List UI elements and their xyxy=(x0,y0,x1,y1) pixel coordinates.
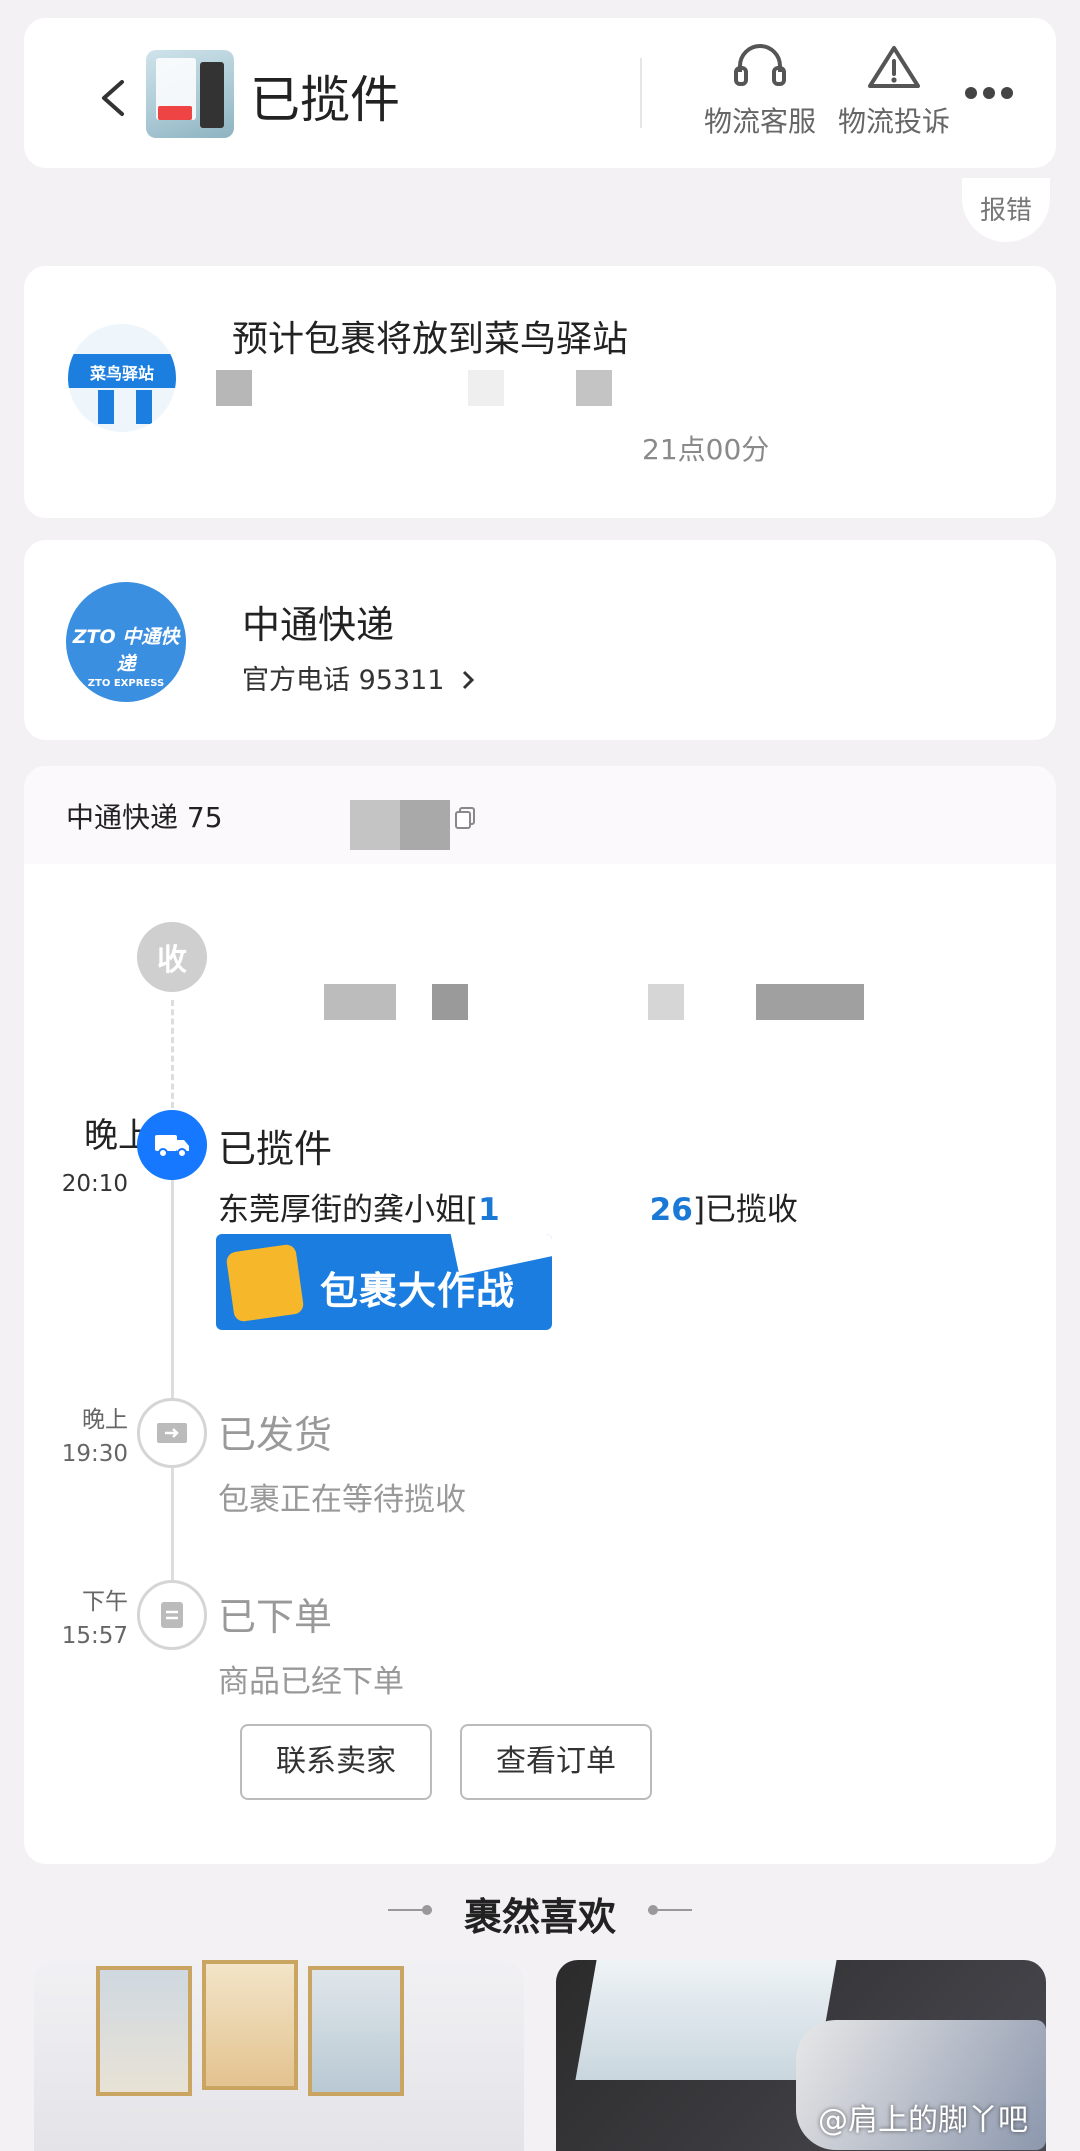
copy-icon[interactable] xyxy=(454,806,476,830)
redacted-block xyxy=(216,370,252,406)
redacted-block xyxy=(576,370,612,406)
station-arrival-time: 21点00分 xyxy=(642,433,770,466)
redacted-block xyxy=(400,800,450,850)
event-desc-prefix: 东莞厚街的龚小姐[ xyxy=(218,1192,479,1228)
event-time: 15:57 xyxy=(61,1623,128,1649)
timeline-line xyxy=(171,1178,174,1598)
courier-card: ZTO 中通快递 ZTO EXPRESS 中通快递 官方电话 95311 xyxy=(24,540,1056,740)
header-bar: 已揽件 物流客服 物流投诉 xyxy=(24,18,1056,168)
cainiao-logo-text: 菜鸟驿站 xyxy=(90,364,155,383)
event-time-period: 晚上 xyxy=(82,1407,128,1433)
courier-phone-start[interactable]: 1 xyxy=(478,1192,500,1228)
recommend-product-card[interactable]: @肩上的脚丫吧 xyxy=(556,1960,1046,2151)
event-title: 已发货 xyxy=(218,1413,333,1457)
receive-node: 收 xyxy=(137,922,207,992)
truck-icon xyxy=(137,1110,207,1180)
shipped-icon xyxy=(137,1398,207,1468)
zto-logo-text: ZTO 中通快递 xyxy=(72,626,180,675)
divider-line xyxy=(648,1909,692,1911)
product-image xyxy=(202,1960,298,2090)
courier-phone-end[interactable]: 26 xyxy=(650,1192,693,1228)
event-time: 20:10 xyxy=(61,1171,128,1197)
event-time: 19:30 xyxy=(61,1441,128,1467)
event-description: 包裹正在等待揽收 xyxy=(218,1482,466,1518)
recommend-product-card[interactable] xyxy=(34,1960,524,2151)
timeline-line xyxy=(171,1000,174,1108)
event-time-period: 下午 xyxy=(82,1589,128,1615)
product-thumbnail[interactable] xyxy=(146,50,234,138)
redacted-block xyxy=(324,984,396,1020)
courier-phone-label: 官方电话 95311 xyxy=(242,665,445,696)
logistics-service-button[interactable]: 物流客服 xyxy=(700,44,820,140)
product-image xyxy=(308,1966,404,2096)
order-icon xyxy=(137,1580,207,1650)
receive-node-text: 收 xyxy=(157,943,187,978)
event-description: 东莞厚街的龚小姐[1 26]已揽收 xyxy=(218,1184,798,1229)
pickup-station-card[interactable]: 菜鸟驿站 预计包裹将放到菜鸟驿站 21点00分 xyxy=(24,266,1056,518)
report-error-button[interactable]: 报错 xyxy=(962,178,1050,242)
event-title: 已揽件 xyxy=(218,1127,333,1171)
redacted-block xyxy=(468,370,504,406)
recommend-title: 裹然喜欢 xyxy=(463,1895,616,1939)
view-order-button[interactable]: 查看订单 xyxy=(460,1724,652,1800)
back-arrow-icon[interactable] xyxy=(94,78,134,118)
warning-icon xyxy=(868,46,920,88)
zto-logo-subtext: ZTO EXPRESS xyxy=(87,678,165,689)
page-title: 已揽件 xyxy=(250,71,400,129)
tracking-number-row: 中通快递 75 xyxy=(24,766,1056,864)
event-title: 已下单 xyxy=(218,1595,333,1639)
redacted-block xyxy=(648,984,684,1020)
event-time-period: 晚上 xyxy=(84,1116,152,1156)
event-desc-suffix: ]已揽收 xyxy=(692,1192,798,1228)
contact-seller-button[interactable]: 联系卖家 xyxy=(240,1724,432,1800)
logistics-complaint-button[interactable]: 物流投诉 xyxy=(834,44,954,140)
banner-text: 包裹大作战 xyxy=(320,1269,516,1313)
logistics-complaint-label: 物流投诉 xyxy=(837,105,950,138)
package-battle-banner[interactable]: 包裹大作战 xyxy=(216,1234,552,1330)
report-error-label: 报错 xyxy=(979,196,1032,226)
event-description: 商品已经下单 xyxy=(218,1664,404,1700)
chevron-right-icon xyxy=(463,670,475,690)
courier-phone-link[interactable]: 官方电话 95311 xyxy=(242,658,477,697)
redacted-block xyxy=(350,800,400,850)
tracking-number: 中通快递 75 xyxy=(66,801,223,834)
headset-icon xyxy=(734,44,786,86)
header-divider xyxy=(640,58,642,128)
logistics-service-label: 物流客服 xyxy=(703,105,816,138)
zto-logo: ZTO 中通快递 ZTO EXPRESS xyxy=(66,582,186,702)
product-image xyxy=(96,1966,192,2096)
cainiao-station-logo: 菜鸟驿站 xyxy=(68,324,176,432)
more-icon[interactable] xyxy=(964,86,1014,100)
courier-name: 中通快递 xyxy=(242,603,395,647)
mascot-icon xyxy=(225,1243,305,1323)
station-title: 预计包裹将放到菜鸟驿站 xyxy=(232,319,629,360)
redacted-block xyxy=(432,984,468,1020)
redacted-block xyxy=(756,984,864,1020)
watermark: @肩上的脚丫吧 xyxy=(818,2103,1028,2138)
